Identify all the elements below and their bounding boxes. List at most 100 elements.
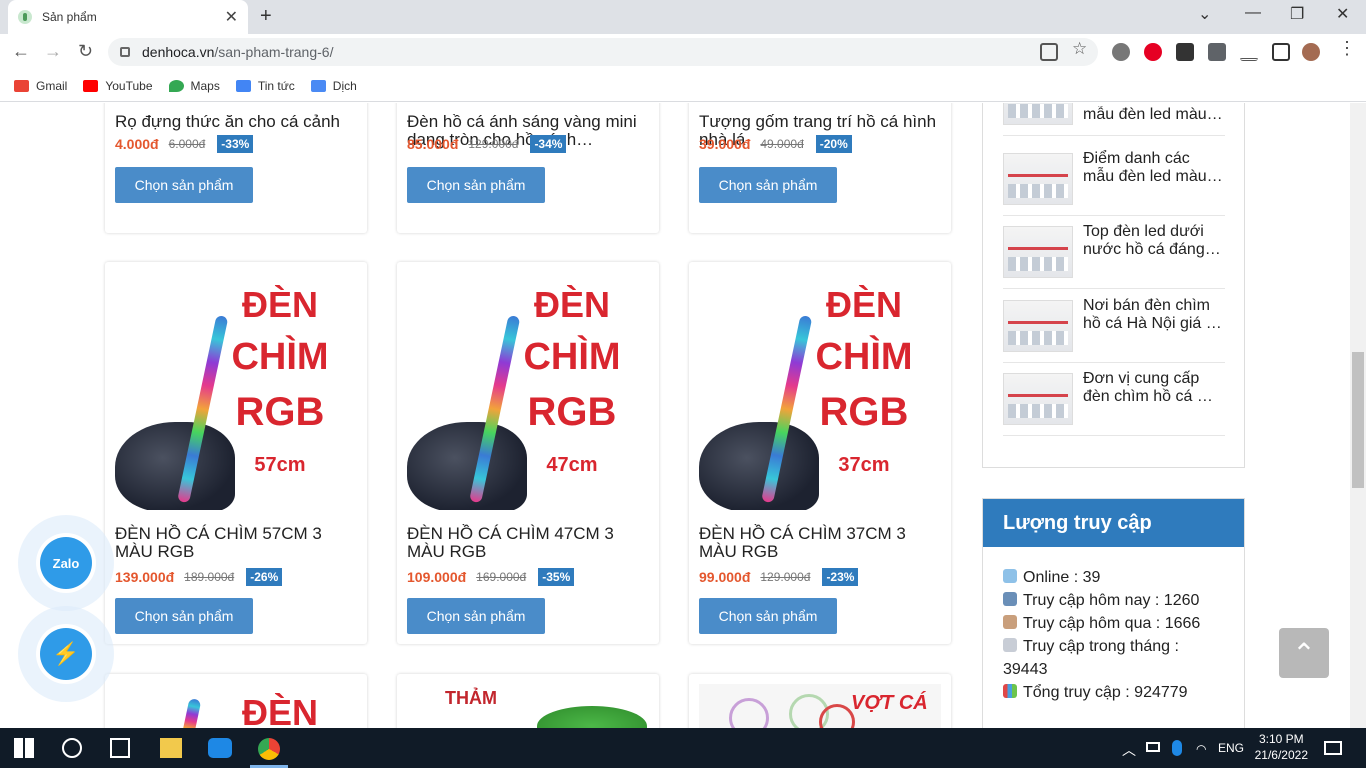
rgb-lamp-image — [177, 698, 202, 728]
image-size-text: 37cm — [838, 454, 890, 476]
chevron-up-icon: ⌃ — [1292, 637, 1316, 669]
product-name[interactable]: ĐÈN HỒ CÁ CHÌM 37CM 3 MÀU RGB — [699, 525, 941, 561]
product-card[interactable]: THẢM — [397, 674, 659, 728]
visits-online: Online : 39 — [1003, 569, 1100, 587]
tab-close-icon[interactable]: ✕ — [225, 7, 238, 27]
product-card[interactable]: ĐÈN CHÌM RGB 47cm ĐÈN HỒ CÁ CHÌM 47CM 3 … — [397, 262, 659, 644]
product-name[interactable]: Rọ đựng thức ăn cho cá cảnh — [115, 113, 357, 131]
taskbar-clock[interactable]: 3:10 PM 21/6/2022 — [1255, 731, 1308, 763]
product-image[interactable]: ĐÈN — [115, 684, 357, 728]
post-thumbnail[interactable] — [1003, 226, 1073, 278]
extensions-puzzle-icon[interactable] — [1208, 43, 1226, 61]
product-card[interactable]: ĐÈN CHÌM RGB 37cm ĐÈN HỒ CÁ CHÌM 37CM 3 … — [689, 262, 951, 644]
sidebar-post[interactable]: Nơi bán đèn chìm hồ cá Hà Nội giá … — [1003, 290, 1225, 363]
product-card[interactable]: ĐÈN CHÌM RGB 57cm ĐÈN HỒ CÁ CHÌM 57CM 3 … — [105, 262, 367, 644]
tab-search-icon[interactable]: ⌄ — [1198, 4, 1211, 24]
bookmark-star-icon[interactable]: ☆ — [1072, 39, 1090, 58]
sidebar-post[interactable]: Điểm danh các mẫu đèn led màu… — [1003, 143, 1225, 216]
post-thumbnail[interactable] — [1003, 373, 1073, 425]
product-card[interactable]: Đèn hồ cá ánh sáng vàng mini dạng tròn c… — [397, 103, 659, 233]
bluetooth-icon[interactable] — [1172, 740, 1182, 756]
restore-button[interactable]: ❐ — [1290, 4, 1304, 24]
search-icon[interactable] — [62, 738, 82, 758]
bookmark-maps[interactable]: Maps — [168, 79, 220, 93]
select-product-button[interactable]: Chọn sản phẩm — [115, 167, 253, 203]
zalo-chat-button[interactable]: Zalo — [18, 515, 114, 611]
file-explorer-icon[interactable] — [160, 738, 182, 758]
post-title[interactable]: Nơi bán đèn chìm hồ cá Hà Nội giá … — [1083, 297, 1223, 335]
bookmark-news[interactable]: Tin tức — [235, 79, 295, 93]
tab-san-pham[interactable]: Sản phẩm ✕ — [8, 0, 248, 34]
wifi-icon[interactable]: ◠ — [1196, 742, 1216, 762]
visit-counter-title: Lượng truy cập — [983, 499, 1244, 547]
sidebar-post[interactable]: Top đèn led dưới nước hồ cá đáng… — [1003, 216, 1225, 289]
product-name[interactable]: ĐÈN HỒ CÁ CHÌM 47CM 3 MÀU RGB — [407, 525, 649, 561]
share-icon[interactable] — [1040, 43, 1058, 61]
product-card[interactable]: Rọ đựng thức ăn cho cá cảnh 4.000đ 6.000… — [105, 103, 367, 233]
language-indicator[interactable]: ENG — [1218, 741, 1244, 755]
reload-icon[interactable]: ↻ — [78, 41, 93, 62]
address-bar[interactable]: denhoca.vn/san-pham-trang-6/ — [108, 38, 1098, 66]
sidebar-post[interactable]: Đơn vị cung cấp đèn chìm hồ cá … — [1003, 363, 1225, 436]
minimize-button[interactable]: — — [1245, 4, 1261, 22]
visits-month: Truy cập trong tháng : — [1003, 638, 1179, 656]
product-image[interactable]: ĐÈN CHÌM RGB 37cm — [699, 272, 941, 510]
image-text-line1: ĐÈN — [241, 284, 318, 325]
new-tab-button[interactable]: + — [260, 5, 272, 28]
pinterest-icon[interactable] — [1144, 43, 1162, 61]
forward-icon[interactable]: → — [44, 41, 62, 62]
gmail-icon — [14, 79, 29, 92]
windows-start-icon[interactable] — [14, 738, 34, 758]
product-image[interactable]: THẢM — [407, 684, 649, 728]
sidebar-post[interactable]: mẫu đèn led màu… — [1003, 103, 1225, 136]
battery-icon[interactable] — [1146, 742, 1160, 752]
messenger-chat-button[interactable]: ⚡ — [18, 606, 114, 702]
select-product-button[interactable]: Chọn sản phẩm — [699, 598, 837, 634]
zalo-app-icon[interactable] — [208, 738, 232, 758]
post-thumbnail[interactable] — [1003, 153, 1073, 205]
close-window-button[interactable]: ✕ — [1336, 4, 1349, 24]
post-title[interactable]: Top đèn led dưới nước hồ cá đáng… — [1083, 223, 1223, 261]
product-image[interactable]: ĐÈN CHÌM RGB 47cm — [407, 272, 649, 510]
select-product-button[interactable]: Chọn sản phẩm — [699, 167, 837, 203]
grass-mat-image — [537, 706, 647, 728]
post-thumbnail[interactable] — [1003, 103, 1073, 125]
image-text: ĐÈN — [241, 692, 318, 728]
bookmark-youtube[interactable]: YouTube — [83, 79, 153, 93]
side-panel-icon[interactable] — [1272, 43, 1290, 61]
product-image[interactable]: VỢT CÁ — [699, 684, 941, 728]
scroll-to-top-button[interactable]: ⌃ — [1279, 628, 1329, 678]
menu-kebab-icon[interactable]: ⋮ — [1338, 38, 1356, 58]
profile-avatar[interactable] — [1302, 43, 1320, 61]
bookmark-gmail[interactable]: Gmail — [14, 79, 67, 93]
price-row: 4.000đ 6.000đ -33% — [115, 135, 254, 153]
visits-month-value: 39443 — [1003, 661, 1048, 678]
product-card[interactable]: VỢT CÁ — [689, 674, 951, 728]
post-title[interactable]: Đơn vị cung cấp đèn chìm hồ cá … — [1083, 370, 1223, 408]
post-thumbnail[interactable] — [1003, 300, 1073, 352]
chevron-up-icon[interactable]: ︿ — [1122, 740, 1142, 760]
select-product-button[interactable]: Chọn sản phẩm — [407, 167, 545, 203]
post-title[interactable]: Điểm danh các mẫu đèn led màu… — [1083, 150, 1223, 188]
messenger-icon: ⚡ — [40, 628, 92, 680]
post-title[interactable]: mẫu đèn led màu… — [1083, 106, 1223, 126]
mendeley-icon[interactable] — [1176, 43, 1194, 61]
back-icon[interactable]: ← — [12, 41, 30, 62]
task-view-icon[interactable] — [110, 738, 130, 758]
lock-icon[interactable] — [120, 47, 130, 57]
scrollbar-thumb[interactable] — [1352, 352, 1364, 488]
product-card[interactable]: Tượng gốm trang trí hồ cá hình nhà lá 39… — [689, 103, 951, 233]
tab-bar: Sản phẩm ✕ + ⌄ — ❐ ✕ — [0, 0, 1366, 34]
reading-list-icon[interactable] — [1240, 43, 1258, 61]
product-image[interactable]: ĐÈN CHÌM RGB 57cm — [115, 272, 357, 510]
product-name[interactable]: ĐÈN HỒ CÁ CHÌM 57CM 3 MÀU RGB — [115, 525, 357, 561]
chrome-app-icon[interactable] — [258, 738, 280, 760]
extension-gear-icon[interactable] — [1112, 43, 1130, 61]
product-card[interactable]: ĐÈN — [105, 674, 367, 728]
page-content: Rọ đựng thức ăn cho cá cảnh 4.000đ 6.000… — [0, 103, 1350, 728]
select-product-button[interactable]: Chọn sản phẩm — [115, 598, 253, 634]
bookmark-translate[interactable]: Dịch — [310, 79, 357, 93]
select-product-button[interactable]: Chọn sản phẩm — [407, 598, 545, 634]
clock-time: 3:10 PM — [1258, 732, 1304, 746]
notifications-icon[interactable] — [1324, 741, 1342, 755]
